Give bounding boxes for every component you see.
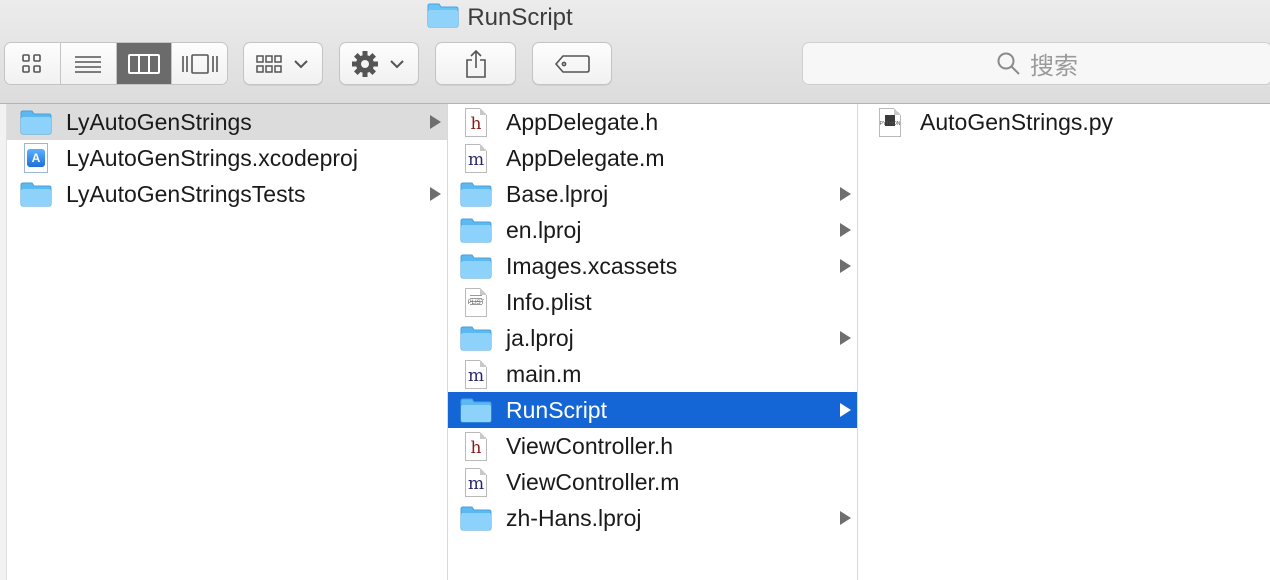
icon-view-button[interactable] [5,43,61,84]
sidebar-edge [0,104,7,580]
disclosure-arrow-icon [840,511,851,525]
item-name: ViewController.h [506,432,674,459]
item-name: AppDelegate.m [506,144,665,171]
list-item[interactable]: ja.lproj [448,320,857,356]
list-view-button[interactable] [60,43,117,84]
icon-view-icon [22,53,42,73]
cover-flow-view-button[interactable] [172,43,227,84]
python-file-icon: PYTHON [874,106,906,138]
list-item[interactable]: zh-Hans.lproj [448,500,857,536]
window-title-text: RunScript [467,4,573,31]
item-name: AutoGenStrings.py [920,108,1114,135]
folder-icon [460,250,492,282]
item-name: en.lproj [506,216,582,243]
item-name: ViewController.m [506,468,680,495]
item-name: Info.plist [506,288,592,315]
column-view-icon [127,53,160,74]
column-3[interactable]: PYTHON AutoGenStrings.py [858,104,1270,580]
tag-button[interactable] [532,42,612,85]
disclosure-arrow-icon [840,259,851,273]
arrange-button[interactable] [243,42,323,85]
objc-file-icon: m [460,466,492,498]
action-button[interactable] [339,42,419,85]
header-file-icon: h [460,430,492,462]
folder-icon [460,322,492,354]
view-mode-segmented-control [4,42,228,85]
tag-icon [554,54,590,73]
item-name: ja.lproj [506,324,574,351]
toolbar: RunScript 搜索 [0,0,1270,104]
folder-icon [460,178,492,210]
folder-icon [20,106,52,138]
folder-icon [460,214,492,246]
list-item[interactable]: PYTHON AutoGenStrings.py [858,104,1270,140]
list-item[interactable]: Base.lproj [448,176,857,212]
list-item[interactable]: m main.m [448,356,857,392]
column-1[interactable]: LyAutoGenStrings A LyAutoGenStrings.xcodep… [0,104,448,580]
list-view-icon [75,55,102,73]
share-button[interactable] [435,42,516,85]
item-name: Images.xcassets [506,252,678,279]
objc-file-icon: m [460,142,492,174]
window-title: RunScript [0,2,1000,34]
item-name: LyAutoGenStrings.xcodeproj [66,144,358,171]
disclosure-arrow-icon [840,331,851,345]
disclosure-arrow-icon [840,223,851,237]
header-file-icon: h [460,106,492,138]
item-name: LyAutoGenStrings [66,108,252,135]
list-item[interactable]: Images.xcassets [448,248,857,284]
item-name: RunScript [506,396,607,423]
list-item[interactable]: h ViewController.h [448,428,857,464]
item-name: Base.lproj [506,180,609,207]
arrange-grid-icon [256,54,308,73]
xcodeproj-icon: A [20,142,52,174]
search-field[interactable]: 搜索 [802,42,1270,85]
gear-icon [352,50,404,77]
objc-file-icon: m [460,358,492,390]
list-item[interactable]: RunScript [448,392,857,428]
folder-icon [460,502,492,534]
disclosure-arrow-icon [840,403,851,417]
list-item[interactable]: A LyAutoGenStrings.xcodeproj [0,140,447,176]
disclosure-arrow-icon [840,187,851,201]
list-item[interactable]: LyAutoGenStrings [0,104,447,140]
list-item[interactable]: m AppDelegate.m [448,140,857,176]
list-item[interactable]: LyAutoGenStringsTests [0,176,447,212]
item-name: AppDelegate.h [506,108,659,135]
disclosure-arrow-icon [430,187,441,201]
item-name: main.m [506,360,582,387]
list-item[interactable]: en.lproj [448,212,857,248]
folder-icon [20,178,52,210]
disclosure-arrow-icon [430,115,441,129]
list-item[interactable]: m ViewController.m [448,464,857,500]
plist-file-icon: PLIST [460,286,492,318]
item-name: zh-Hans.lproj [506,504,642,531]
item-name: LyAutoGenStringsTests [66,180,306,207]
column-view-button[interactable] [116,43,173,84]
search-placeholder: 搜索 [1030,53,1078,80]
search-icon [997,52,1020,75]
folder-icon [427,2,459,35]
list-item[interactable]: PLIST Info.plist [448,284,857,320]
folder-icon [460,394,492,426]
share-icon [465,49,486,78]
cover-flow-icon [181,53,218,74]
list-item[interactable]: h AppDelegate.h [448,104,857,140]
column-2[interactable]: h AppDelegate.h m AppDelegate.m Base.lproj en… [448,104,858,580]
